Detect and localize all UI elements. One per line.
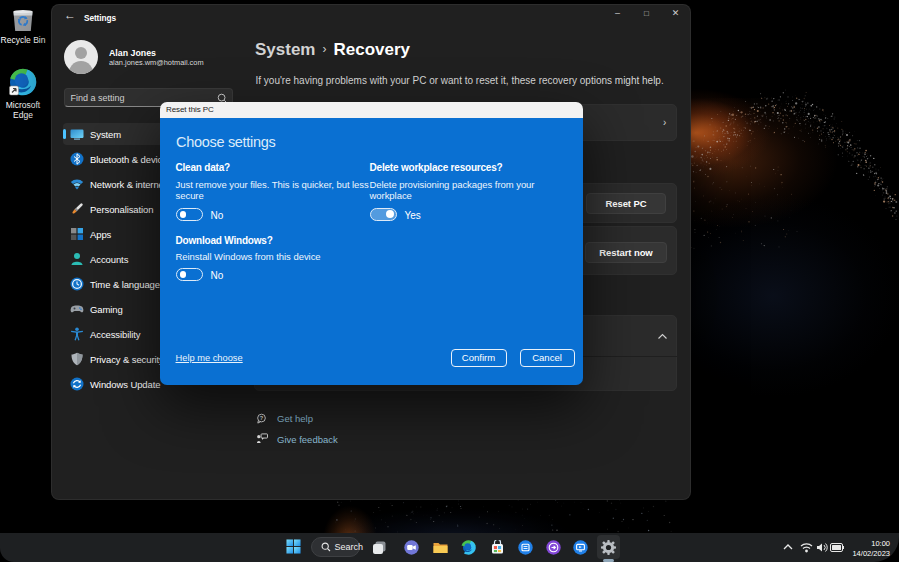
svg-text:?: ? <box>260 415 264 421</box>
